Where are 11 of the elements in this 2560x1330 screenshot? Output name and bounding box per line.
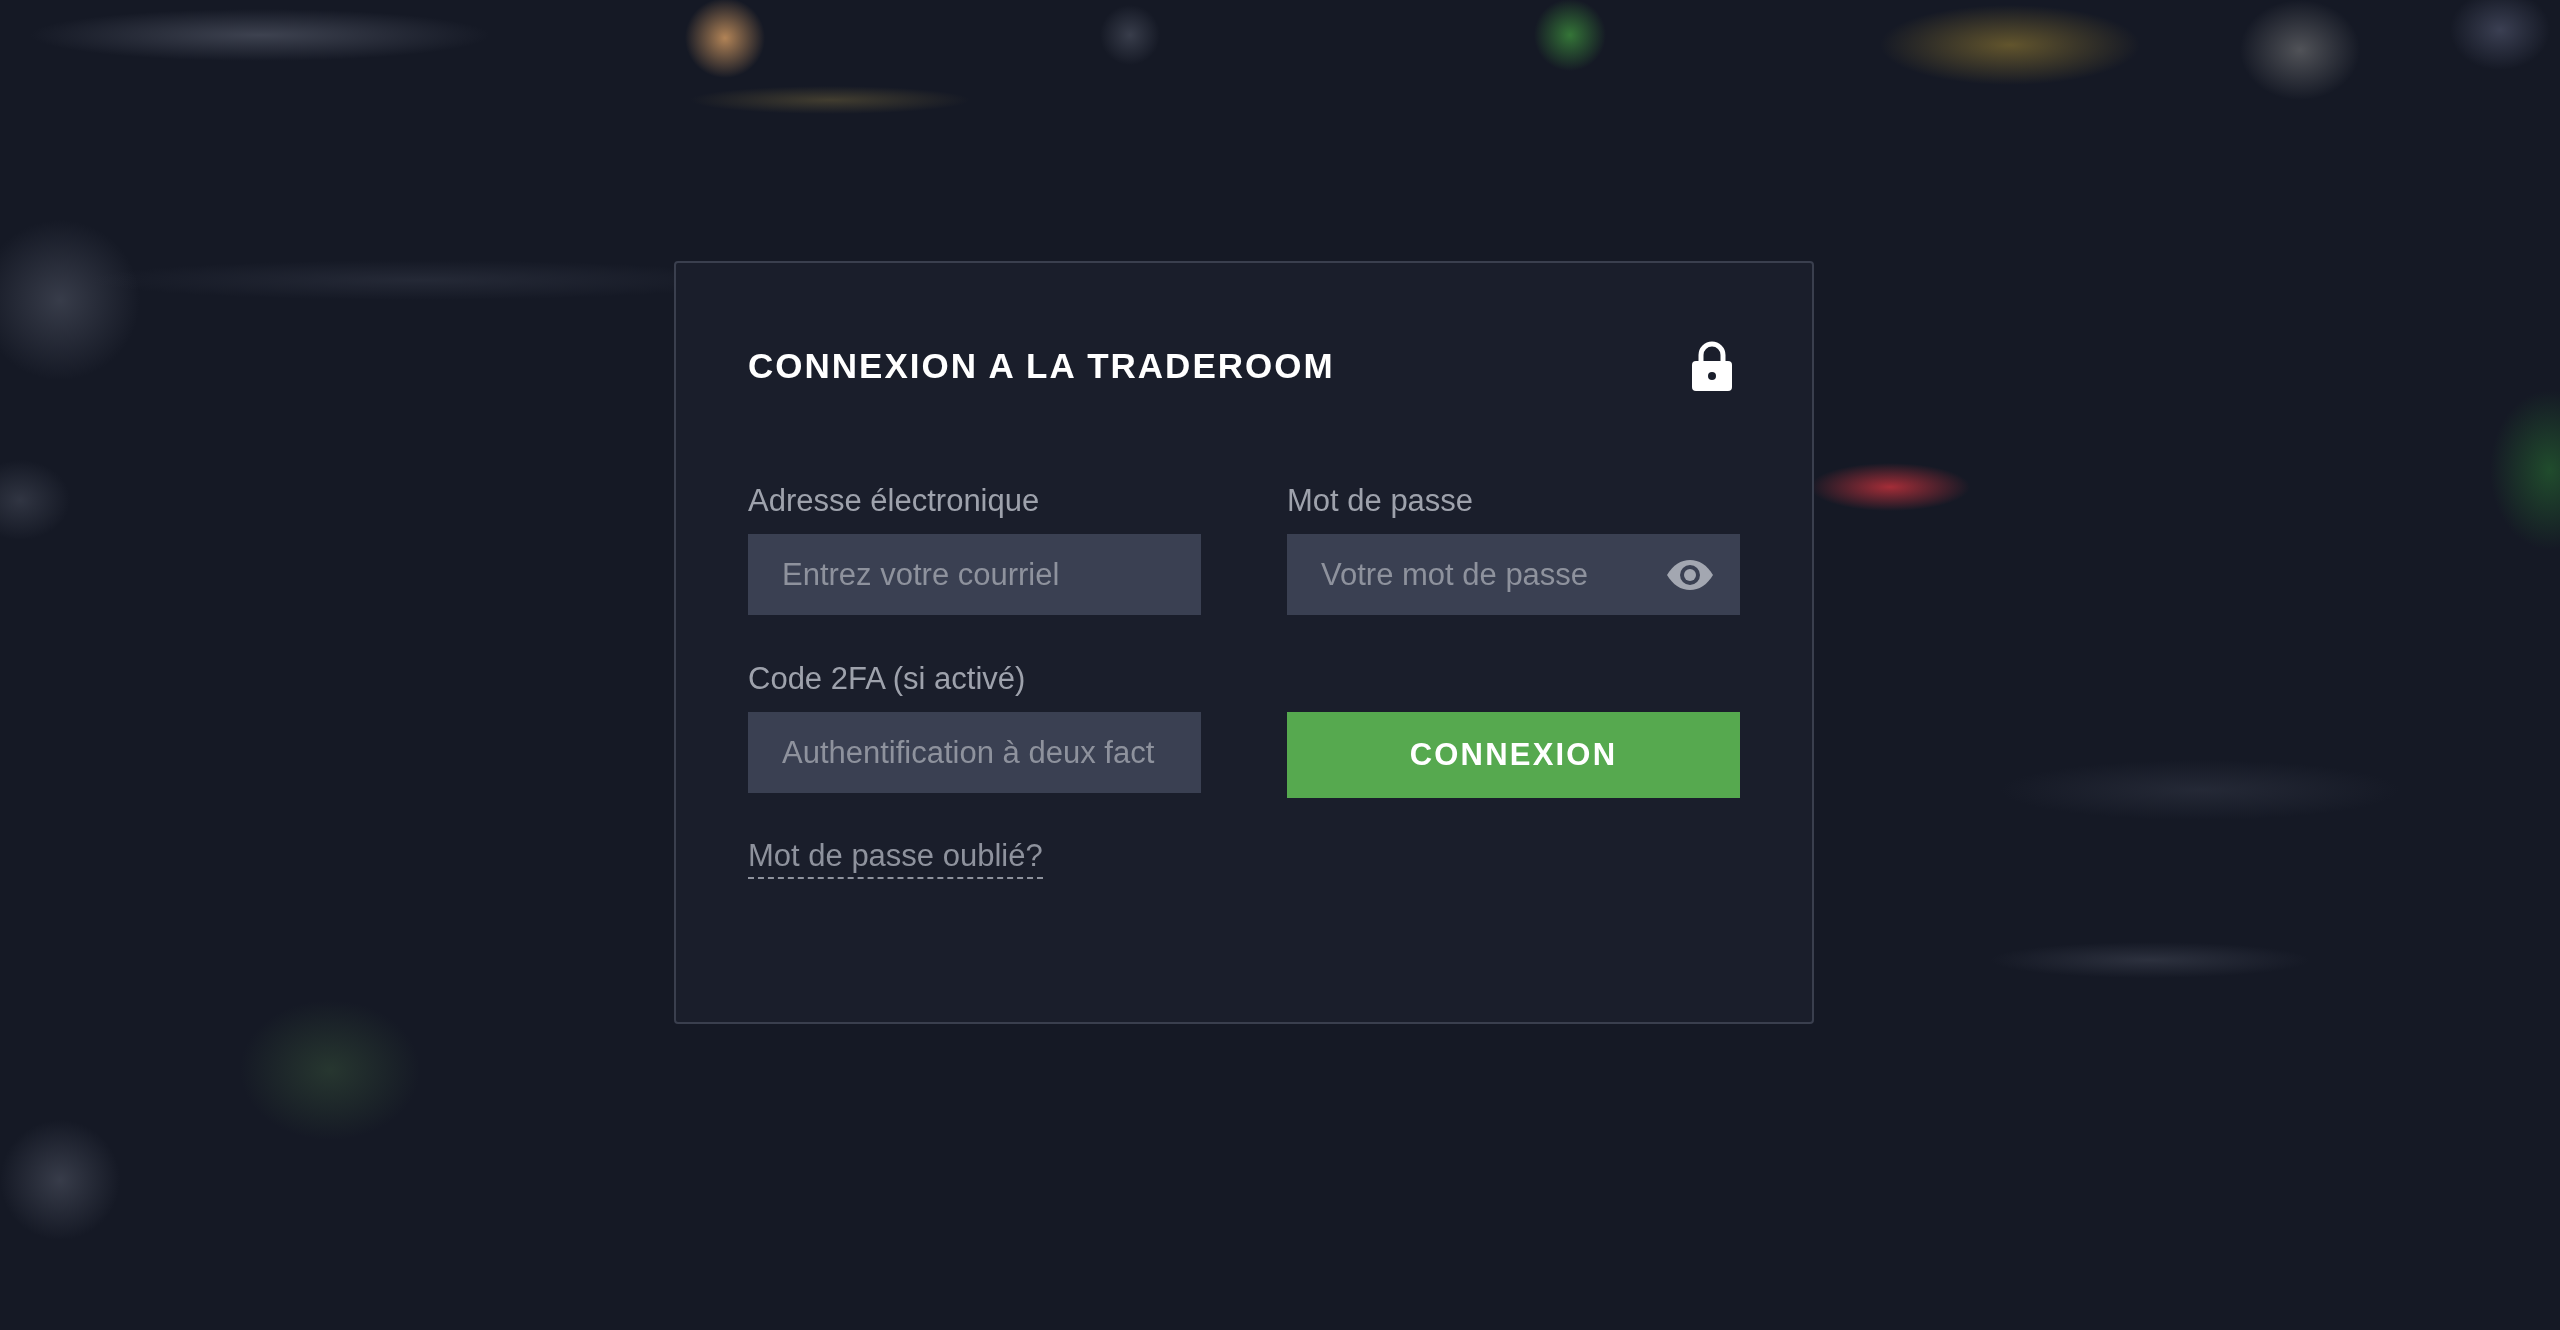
field-label: Code 2FA (si activé) xyxy=(748,660,1027,698)
forgot-password-link[interactable]: Mot de passe oublié? xyxy=(748,838,1043,879)
input-field[interactable]: Authentification à deux fact xyxy=(748,712,1201,793)
field-label: Mot de passe xyxy=(1287,482,1475,520)
lock-icon xyxy=(1692,341,1732,391)
input-field[interactable]: Entrez votre courriel xyxy=(748,534,1201,615)
eye-icon[interactable] xyxy=(1667,560,1713,590)
dialog-title: CONNEXION A LA TRADEROOM xyxy=(748,345,1335,387)
field-label: Adresse électronique xyxy=(748,482,1041,520)
login-button[interactable]: CONNEXION xyxy=(1287,712,1740,798)
password-field[interactable]: Votre mot de passe xyxy=(1287,534,1740,615)
